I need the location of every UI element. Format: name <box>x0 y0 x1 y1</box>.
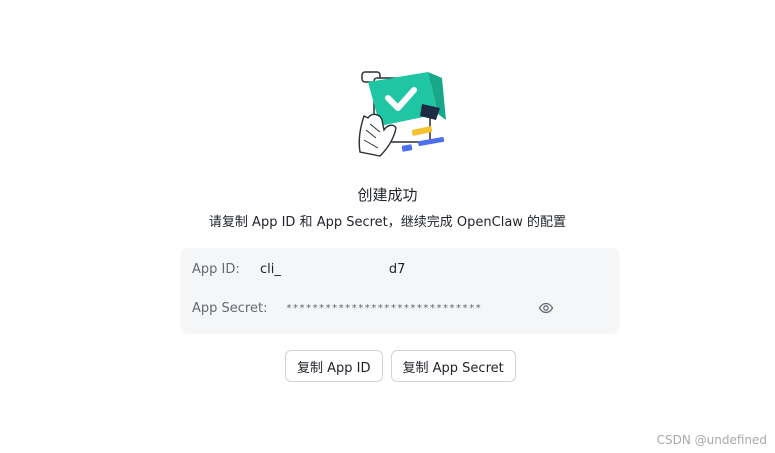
app-id-value[interactable]: cli_ d7 <box>260 262 405 277</box>
app-secret-row: App Secret: ****************************… <box>192 301 554 316</box>
watermark: CSDN @undefined <box>656 433 767 447</box>
success-page: 创建成功 请复制 App ID 和 App Secret，继续完成 OpenCl… <box>0 0 775 453</box>
page-title: 创建成功 <box>357 186 418 204</box>
app-id-redaction <box>280 262 389 277</box>
app-id-suffix: d7 <box>388 262 406 277</box>
app-id-row: App ID: cli_ d7 <box>192 262 405 277</box>
page-subtitle: 请复制 App ID 和 App Secret，继续完成 OpenClaw 的配… <box>208 215 567 230</box>
app-secret-value: ****************************** <box>286 303 482 314</box>
eye-icon[interactable] <box>538 300 554 316</box>
success-illustration <box>358 71 446 157</box>
copy-app-id-button[interactable]: 复制 App ID <box>285 350 383 382</box>
action-buttons: 复制 App ID 复制 App Secret <box>285 350 516 382</box>
app-id-prefix: cli_ <box>260 262 281 277</box>
credentials-panel: App ID: cli_ d7 App Secret: *************… <box>180 248 620 334</box>
app-secret-label: App Secret: <box>192 301 268 316</box>
app-id-label: App ID: <box>192 262 240 277</box>
copy-app-secret-button[interactable]: 复制 App Secret <box>390 350 516 382</box>
